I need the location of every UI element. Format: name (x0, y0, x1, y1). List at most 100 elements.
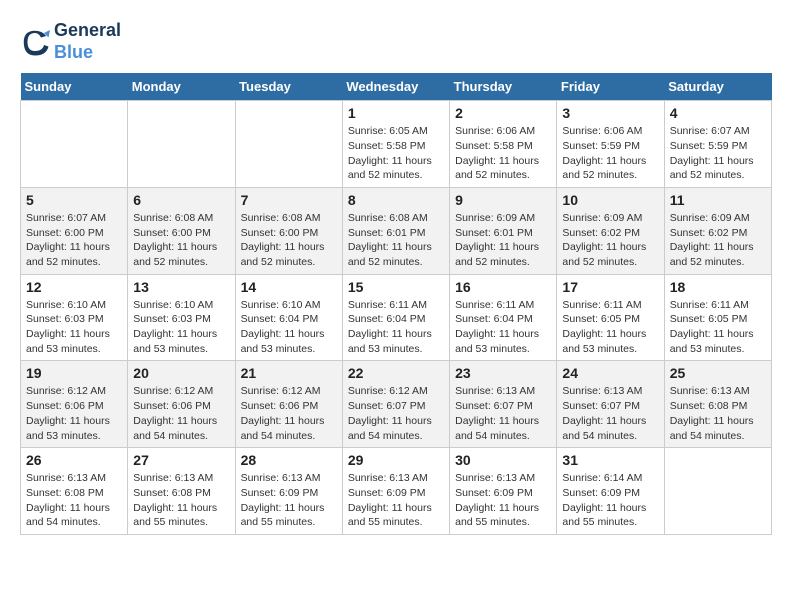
calendar-week-row: 19 Sunrise: 6:12 AM Sunset: 6:06 PM Dayli… (21, 361, 772, 448)
day-number: 19 (26, 365, 122, 381)
day-number: 27 (133, 452, 229, 468)
day-info: Sunrise: 6:11 AM Sunset: 6:04 PM Dayligh… (455, 298, 551, 357)
calendar-cell: 25 Sunrise: 6:13 AM Sunset: 6:08 PM Dayli… (664, 361, 771, 448)
day-number: 15 (348, 279, 444, 295)
day-number: 8 (348, 192, 444, 208)
day-info: Sunrise: 6:06 AM Sunset: 5:59 PM Dayligh… (562, 124, 658, 183)
day-number: 10 (562, 192, 658, 208)
day-info: Sunrise: 6:12 AM Sunset: 6:07 PM Dayligh… (348, 384, 444, 443)
day-info: Sunrise: 6:07 AM Sunset: 6:00 PM Dayligh… (26, 211, 122, 270)
day-number: 2 (455, 105, 551, 121)
day-info: Sunrise: 6:06 AM Sunset: 5:58 PM Dayligh… (455, 124, 551, 183)
calendar-cell: 21 Sunrise: 6:12 AM Sunset: 6:06 PM Dayli… (235, 361, 342, 448)
calendar-cell: 19 Sunrise: 6:12 AM Sunset: 6:06 PM Dayli… (21, 361, 128, 448)
calendar-cell: 16 Sunrise: 6:11 AM Sunset: 6:04 PM Dayli… (450, 274, 557, 361)
calendar-cell: 7 Sunrise: 6:08 AM Sunset: 6:00 PM Daylig… (235, 187, 342, 274)
day-number: 4 (670, 105, 766, 121)
weekday-header-row: SundayMondayTuesdayWednesdayThursdayFrid… (21, 73, 772, 101)
calendar-cell: 2 Sunrise: 6:06 AM Sunset: 5:58 PM Daylig… (450, 101, 557, 188)
day-info: Sunrise: 6:05 AM Sunset: 5:58 PM Dayligh… (348, 124, 444, 183)
day-info: Sunrise: 6:11 AM Sunset: 6:05 PM Dayligh… (562, 298, 658, 357)
day-number: 1 (348, 105, 444, 121)
logo-icon (20, 27, 50, 57)
day-info: Sunrise: 6:13 AM Sunset: 6:08 PM Dayligh… (133, 471, 229, 530)
calendar-cell: 10Sunrise: 6:09 AM Sunset: 6:02 PM Dayli… (557, 187, 664, 274)
day-number: 29 (348, 452, 444, 468)
day-number: 25 (670, 365, 766, 381)
day-number: 5 (26, 192, 122, 208)
day-info: Sunrise: 6:11 AM Sunset: 6:05 PM Dayligh… (670, 298, 766, 357)
calendar-cell: 27 Sunrise: 6:13 AM Sunset: 6:08 PM Dayli… (128, 448, 235, 535)
day-number: 6 (133, 192, 229, 208)
calendar-cell: 14 Sunrise: 6:10 AM Sunset: 6:04 PM Dayli… (235, 274, 342, 361)
calendar-cell: 3 Sunrise: 6:06 AM Sunset: 5:59 PM Daylig… (557, 101, 664, 188)
day-info: Sunrise: 6:07 AM Sunset: 5:59 PM Dayligh… (670, 124, 766, 183)
calendar-cell: 24 Sunrise: 6:13 AM Sunset: 6:07 PM Dayli… (557, 361, 664, 448)
day-number: 31 (562, 452, 658, 468)
calendar-cell: 5 Sunrise: 6:07 AM Sunset: 6:00 PM Daylig… (21, 187, 128, 274)
calendar-cell: 28Sunrise: 6:13 AM Sunset: 6:09 PM Dayli… (235, 448, 342, 535)
page-header: General Blue (20, 20, 772, 63)
day-info: Sunrise: 6:08 AM Sunset: 6:01 PM Dayligh… (348, 211, 444, 270)
calendar-cell: 22 Sunrise: 6:12 AM Sunset: 6:07 PM Dayli… (342, 361, 449, 448)
day-number: 7 (241, 192, 337, 208)
calendar-cell: 20 Sunrise: 6:12 AM Sunset: 6:06 PM Dayli… (128, 361, 235, 448)
day-info: Sunrise: 6:08 AM Sunset: 6:00 PM Dayligh… (133, 211, 229, 270)
weekday-header-saturday: Saturday (664, 73, 771, 101)
day-info: Sunrise: 6:13 AM Sunset: 6:07 PM Dayligh… (455, 384, 551, 443)
calendar-cell (128, 101, 235, 188)
day-info: Sunrise: 6:10 AM Sunset: 6:03 PM Dayligh… (133, 298, 229, 357)
day-number: 12 (26, 279, 122, 295)
calendar-cell: 11Sunrise: 6:09 AM Sunset: 6:02 PM Dayli… (664, 187, 771, 274)
calendar-week-row: 1 Sunrise: 6:05 AM Sunset: 5:58 PM Daylig… (21, 101, 772, 188)
calendar-cell: 6 Sunrise: 6:08 AM Sunset: 6:00 PM Daylig… (128, 187, 235, 274)
day-info: Sunrise: 6:13 AM Sunset: 6:09 PM Dayligh… (455, 471, 551, 530)
day-number: 22 (348, 365, 444, 381)
calendar-cell: 12Sunrise: 6:10 AM Sunset: 6:03 PM Dayli… (21, 274, 128, 361)
calendar-cell: 15 Sunrise: 6:11 AM Sunset: 6:04 PM Dayli… (342, 274, 449, 361)
calendar-cell: 18Sunrise: 6:11 AM Sunset: 6:05 PM Dayli… (664, 274, 771, 361)
day-number: 26 (26, 452, 122, 468)
day-info: Sunrise: 6:12 AM Sunset: 6:06 PM Dayligh… (26, 384, 122, 443)
day-info: Sunrise: 6:12 AM Sunset: 6:06 PM Dayligh… (241, 384, 337, 443)
day-info: Sunrise: 6:11 AM Sunset: 6:04 PM Dayligh… (348, 298, 444, 357)
day-number: 9 (455, 192, 551, 208)
weekday-header-monday: Monday (128, 73, 235, 101)
day-info: Sunrise: 6:13 AM Sunset: 6:08 PM Dayligh… (670, 384, 766, 443)
day-number: 3 (562, 105, 658, 121)
day-number: 16 (455, 279, 551, 295)
weekday-header-tuesday: Tuesday (235, 73, 342, 101)
calendar-cell (235, 101, 342, 188)
day-info: Sunrise: 6:13 AM Sunset: 6:07 PM Dayligh… (562, 384, 658, 443)
day-number: 21 (241, 365, 337, 381)
day-info: Sunrise: 6:10 AM Sunset: 6:04 PM Dayligh… (241, 298, 337, 357)
calendar-cell: 30 Sunrise: 6:13 AM Sunset: 6:09 PM Dayli… (450, 448, 557, 535)
calendar-week-row: 26 Sunrise: 6:13 AM Sunset: 6:08 PM Dayli… (21, 448, 772, 535)
day-number: 30 (455, 452, 551, 468)
weekday-header-thursday: Thursday (450, 73, 557, 101)
calendar-cell: 26 Sunrise: 6:13 AM Sunset: 6:08 PM Dayli… (21, 448, 128, 535)
day-info: Sunrise: 6:13 AM Sunset: 6:09 PM Dayligh… (241, 471, 337, 530)
day-info: Sunrise: 6:13 AM Sunset: 6:09 PM Dayligh… (348, 471, 444, 530)
calendar-cell: 31 Sunrise: 6:14 AM Sunset: 6:09 PM Dayli… (557, 448, 664, 535)
day-number: 17 (562, 279, 658, 295)
weekday-header-sunday: Sunday (21, 73, 128, 101)
day-info: Sunrise: 6:09 AM Sunset: 6:02 PM Dayligh… (670, 211, 766, 270)
day-number: 24 (562, 365, 658, 381)
calendar-cell: 17 Sunrise: 6:11 AM Sunset: 6:05 PM Dayli… (557, 274, 664, 361)
weekday-header-wednesday: Wednesday (342, 73, 449, 101)
calendar-cell: 4 Sunrise: 6:07 AM Sunset: 5:59 PM Daylig… (664, 101, 771, 188)
weekday-header-friday: Friday (557, 73, 664, 101)
day-info: Sunrise: 6:12 AM Sunset: 6:06 PM Dayligh… (133, 384, 229, 443)
day-info: Sunrise: 6:08 AM Sunset: 6:00 PM Dayligh… (241, 211, 337, 270)
day-number: 20 (133, 365, 229, 381)
calendar-table: SundayMondayTuesdayWednesdayThursdayFrid… (20, 73, 772, 535)
day-info: Sunrise: 6:14 AM Sunset: 6:09 PM Dayligh… (562, 471, 658, 530)
day-number: 14 (241, 279, 337, 295)
calendar-cell (664, 448, 771, 535)
day-number: 13 (133, 279, 229, 295)
day-info: Sunrise: 6:13 AM Sunset: 6:08 PM Dayligh… (26, 471, 122, 530)
day-number: 23 (455, 365, 551, 381)
calendar-week-row: 12 Sunrise: 6:10 AM Sunset: 6:03 PM Dayli… (21, 274, 772, 361)
calendar-cell: 8 Sunrise: 6:08 AM Sunset: 6:01 PM Daylig… (342, 187, 449, 274)
